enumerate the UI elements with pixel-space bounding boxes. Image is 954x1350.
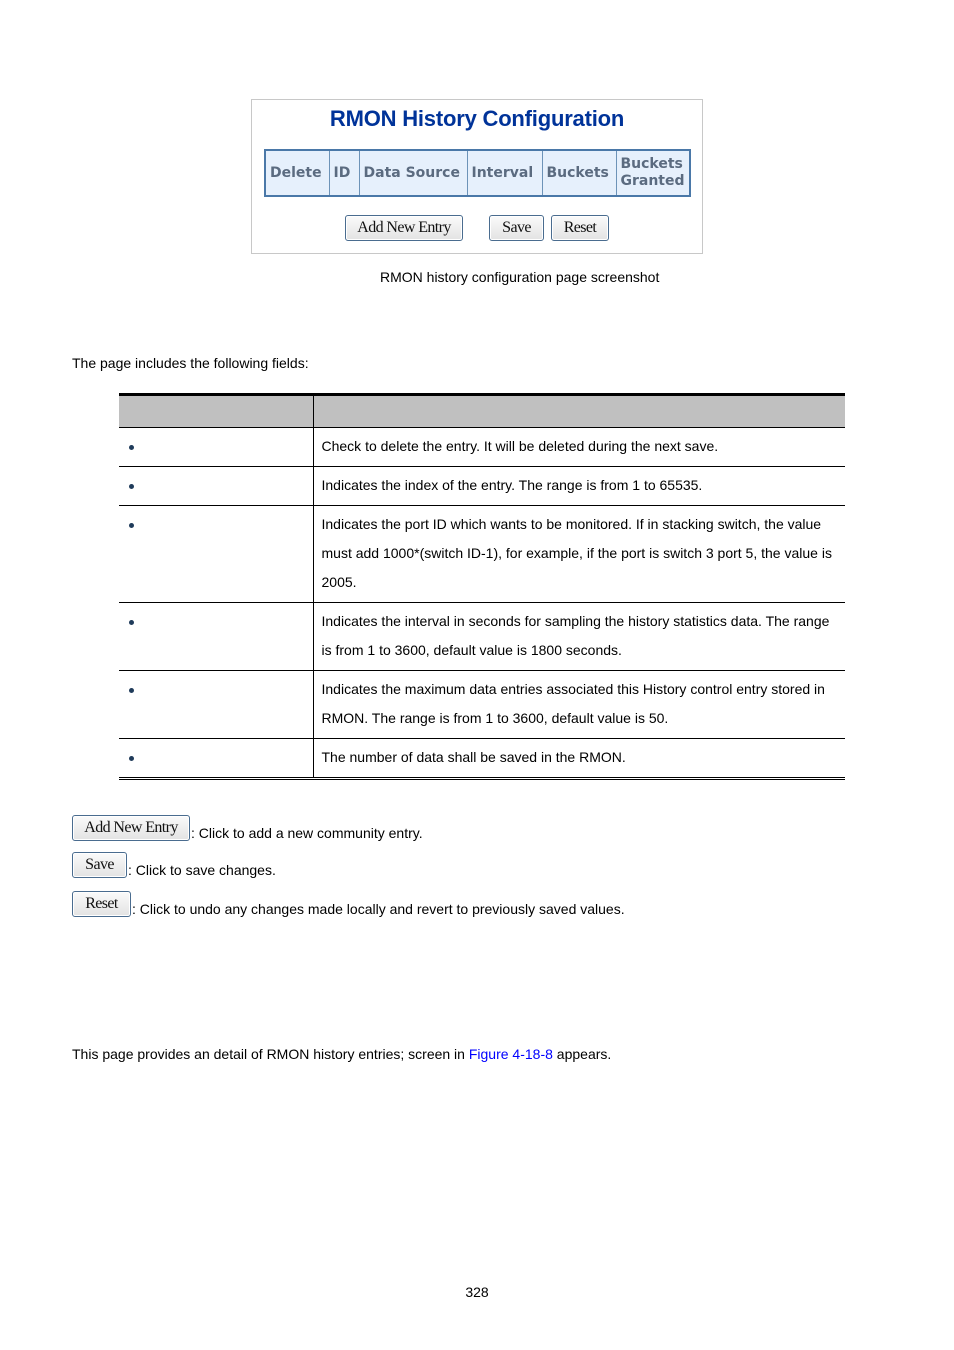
description-cell: Indicates the port ID which wants to be … bbox=[313, 505, 845, 603]
col-interval: Interval bbox=[466, 149, 543, 197]
bullet-icon bbox=[129, 755, 134, 761]
table-row: Indicates the port ID which wants to be … bbox=[119, 505, 845, 603]
description-cell: Indicates the maximum data entries assoc… bbox=[313, 670, 845, 739]
table-row: Check to delete the entry. It will be de… bbox=[119, 427, 845, 467]
object-cell bbox=[119, 427, 314, 467]
header-description bbox=[313, 394, 845, 428]
page-number: 328 bbox=[465, 1284, 489, 1300]
header-object bbox=[119, 394, 314, 428]
description-cell: Indicates the interval in seconds for sa… bbox=[313, 602, 845, 671]
table-row: Indicates the maximum data entries assoc… bbox=[119, 670, 845, 739]
figure-link[interactable]: Figure 4-18-8 bbox=[469, 1046, 553, 1062]
save-button-image: Save bbox=[72, 852, 127, 878]
bullet-icon bbox=[129, 687, 134, 693]
object-cell bbox=[119, 738, 314, 779]
description-cell: Indicates the index of the entry. The ra… bbox=[313, 466, 845, 506]
col-buckets-granted: Buckets Granted bbox=[615, 149, 691, 197]
bullet-icon bbox=[129, 619, 134, 625]
intro-text: The page includes the following fields: bbox=[72, 355, 309, 371]
fields-header-row bbox=[119, 394, 845, 428]
history-config-table: Delete ID Data Source Interval Buckets B… bbox=[264, 149, 691, 197]
object-cell bbox=[119, 602, 314, 671]
button-description-text: : Click to add a new community entry. bbox=[191, 825, 423, 841]
object-cell bbox=[119, 466, 314, 506]
button-description-add: Add New Entry : Click to add a new commu… bbox=[72, 815, 423, 841]
history-config-header-row: Delete ID Data Source Interval Buckets B… bbox=[264, 149, 691, 197]
save-button[interactable]: Save bbox=[489, 215, 544, 241]
detail-paragraph: This page provides an detail of RMON his… bbox=[72, 1046, 612, 1062]
button-description-text: : Click to undo any changes made locally… bbox=[132, 901, 625, 917]
reset-button-image: Reset bbox=[72, 891, 131, 917]
bullet-icon bbox=[129, 444, 134, 450]
col-delete: Delete bbox=[264, 149, 330, 197]
add-new-entry-button-image: Add New Entry bbox=[72, 815, 190, 841]
add-new-entry-button[interactable]: Add New Entry bbox=[345, 215, 463, 241]
table-row: The number of data shall be saved in the… bbox=[119, 738, 845, 779]
bullet-icon bbox=[129, 483, 134, 489]
description-cell: The number of data shall be saved in the… bbox=[313, 738, 845, 779]
description-cell: Check to delete the entry. It will be de… bbox=[313, 427, 845, 467]
table-row: Indicates the interval in seconds for sa… bbox=[119, 602, 845, 671]
col-buckets: Buckets bbox=[541, 149, 617, 197]
table-row: Indicates the index of the entry. The ra… bbox=[119, 466, 845, 506]
bullet-icon bbox=[129, 522, 134, 528]
button-description-save: Save : Click to save changes. bbox=[72, 852, 276, 878]
col-data-source: Data Source bbox=[358, 149, 468, 197]
reset-button[interactable]: Reset bbox=[551, 215, 609, 241]
col-id: ID bbox=[328, 149, 360, 197]
rmon-history-screenshot: RMON History Configuration Delete ID Dat… bbox=[251, 99, 703, 254]
object-cell bbox=[119, 670, 314, 739]
screenshot-title: RMON History Configuration bbox=[329, 106, 625, 131]
object-cell bbox=[119, 505, 314, 603]
fields-table: Check to delete the entry. It will be de… bbox=[119, 393, 845, 780]
figure-caption: RMON history configuration page screensh… bbox=[380, 269, 660, 285]
button-description-text: : Click to save changes. bbox=[128, 862, 276, 878]
button-description-reset: Reset : Click to undo any changes made l… bbox=[72, 891, 625, 917]
